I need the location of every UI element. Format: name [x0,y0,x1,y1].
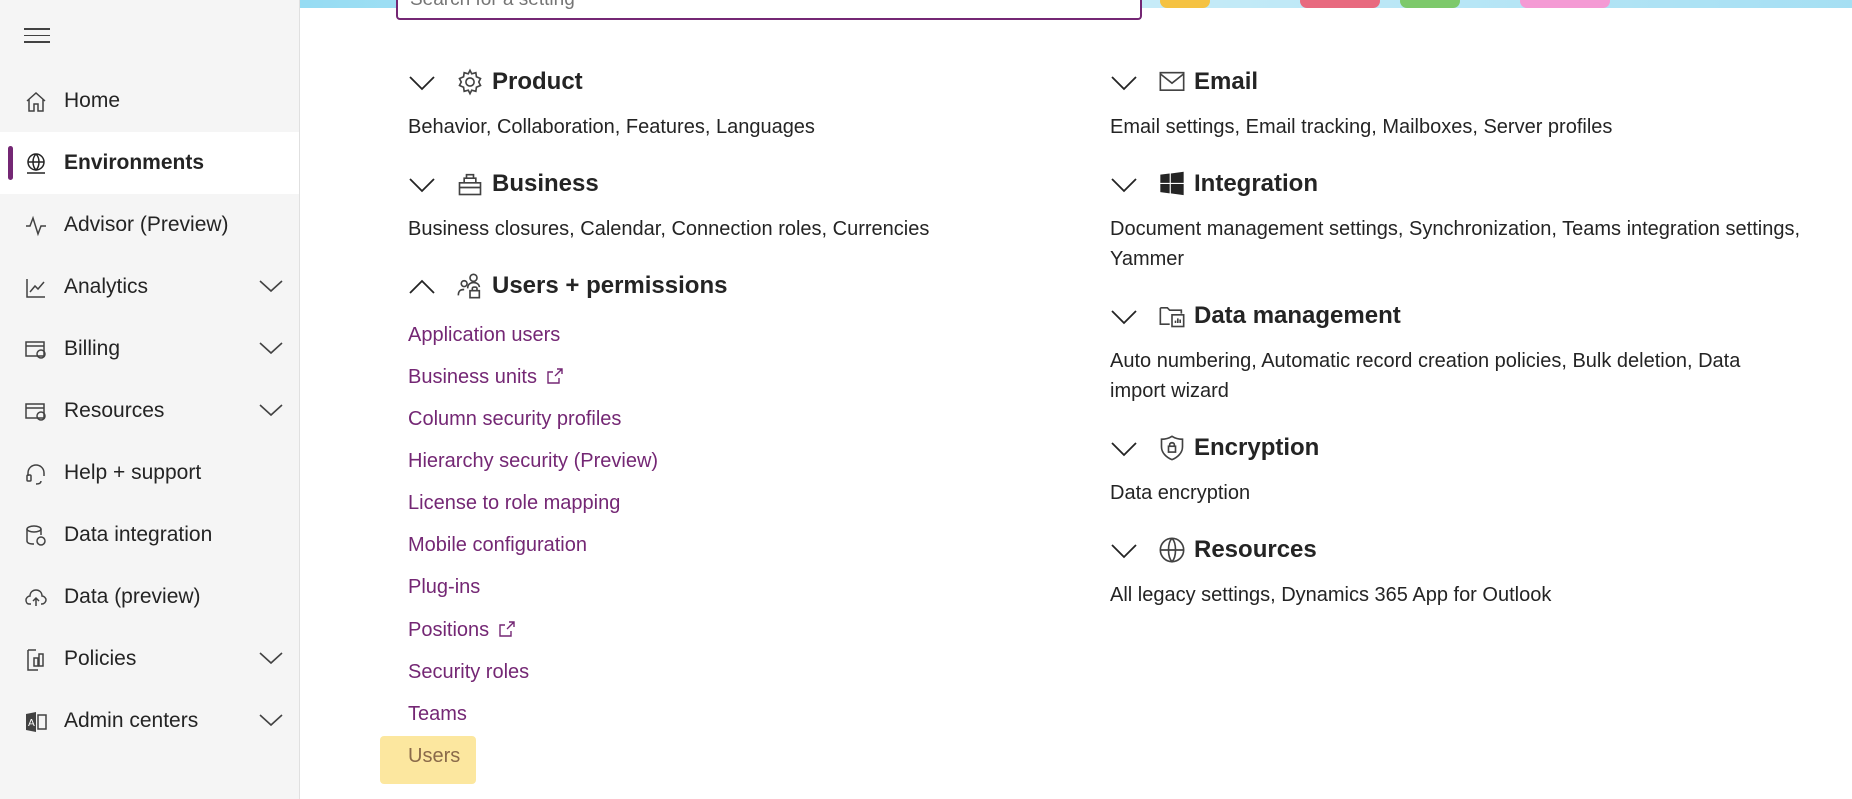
link-security-roles[interactable]: Security roles [408,661,529,684]
data-management-icon [1159,307,1185,328]
link-license-role-mapping[interactable]: License to role mapping [408,492,620,515]
shield-lock-icon [1160,435,1184,461]
sidebar-item-label: Billing [64,337,121,360]
chevron-down-icon [409,178,435,193]
section-business-desc: Business closures, Calendar, Connection … [408,218,930,240]
section-data-management-desc: Auto numbering, Automatic record creatio… [1110,350,1741,402]
sidebar-item-billing[interactable]: Billing [0,318,299,380]
sidebar-item-label: Policies [64,647,137,670]
windows-icon [1160,171,1184,196]
chevron-down-icon[interactable] [258,712,284,728]
section-encryption-desc: Data encryption [1110,482,1251,504]
chevron-down-icon [1111,544,1137,559]
sidebar-item-environments[interactable]: Environments [0,132,299,194]
sidebar-item-home[interactable]: Home [0,70,299,132]
chevron-down-icon [1111,310,1137,325]
chevron-down-icon[interactable] [258,402,284,418]
chevron-down-icon [1111,76,1137,91]
section-email-header[interactable]: Email [1110,64,1710,104]
sidebar-item-label: Advisor (Preview) [64,213,229,236]
home-icon [26,91,46,112]
sidebar-item-analytics[interactable]: Analytics [0,256,299,318]
resources-icon [25,403,46,421]
link-business-units[interactable]: Business units [408,366,565,389]
section-title: Users + permissions [492,272,728,299]
headset-icon [26,464,45,485]
active-indicator [8,146,13,180]
chevron-down-icon[interactable] [258,278,284,294]
section-title: Product [492,68,583,95]
section-users-permissions-header[interactable]: Users + permissions [408,268,908,308]
search-input[interactable] [408,0,1112,12]
svg-text:A: A [28,718,35,729]
sidebar-item-data-preview[interactable]: Data (preview) [0,566,299,628]
section-business-header[interactable]: Business [408,166,908,206]
policy-icon [27,649,44,671]
section-title: Encryption [1194,434,1320,461]
section-product-desc: Behavior, Collaboration, Features, Langu… [408,116,815,138]
link-positions[interactable]: Positions [408,619,517,642]
billing-icon [25,341,46,359]
section-title: Email [1194,68,1259,95]
section-resources-desc: All legacy settings, Dynamics 365 App fo… [1110,584,1552,606]
globe-icon [27,153,45,174]
sidebar-item-label: Resources [64,399,165,422]
link-users[interactable]: Users [408,745,460,768]
sidebar-item-admin-centers[interactable]: A Admin centers [0,690,299,752]
users-lock-icon [457,273,481,299]
chevron-down-icon [1111,178,1137,193]
chevron-up-icon [409,279,435,294]
section-integration-desc: Document management settings, Synchroniz… [1110,218,1800,270]
section-title: Resources [1194,536,1317,563]
admin-icon: A [26,712,47,732]
sidebar-item-label: Home [64,89,121,112]
section-data-management-header[interactable]: Data management [1110,298,1710,338]
link-mobile-configuration[interactable]: Mobile configuration [408,534,587,557]
link-application-users[interactable]: Application users [408,324,560,347]
hamburger-menu-icon[interactable] [24,28,50,46]
business-icon [458,173,482,196]
search-box[interactable] [396,0,1142,20]
sidebar-item-label: Data integration [64,523,213,546]
link-column-security-profiles[interactable]: Column security profiles [408,408,621,431]
sidebar-item-resources[interactable]: Resources [0,380,299,442]
section-title: Integration [1194,170,1318,197]
section-encryption-header[interactable]: Encryption [1110,430,1710,470]
chevron-down-icon [409,76,435,91]
chevron-down-icon [1111,442,1137,457]
sidebar-item-label: Analytics [64,275,149,298]
sidebar-item-label: Data (preview) [64,585,201,608]
external-link-icon [547,368,563,384]
section-integration-header[interactable]: Integration [1110,166,1710,206]
database-icon [26,525,46,546]
section-product-header[interactable]: Product [408,64,908,104]
sidebar-item-label: Environments [64,151,205,174]
sidebar-item-label: Admin centers [64,709,199,732]
chevron-down-icon[interactable] [258,340,284,356]
sidebar-item-label: Help + support [64,461,202,484]
external-link-icon [499,621,515,637]
sidebar-item-help-support[interactable]: Help + support [0,442,299,504]
pulse-icon [26,215,46,237]
gear-icon [458,68,482,96]
sidebar-item-advisor[interactable]: Advisor (Preview) [0,194,299,256]
link-teams[interactable]: Teams [408,703,467,726]
sidebar-item-policies[interactable]: Policies [0,628,299,690]
link-plug-ins[interactable]: Plug-ins [408,576,480,599]
section-resources-header[interactable]: Resources [1110,532,1710,572]
section-title: Business [492,170,599,197]
section-email-desc: Email settings, Email tracking, Mailboxe… [1110,116,1613,138]
link-hierarchy-security[interactable]: Hierarchy security (Preview) [408,450,658,473]
cloud-upload-icon [25,589,47,606]
sidebar-item-data-integration[interactable]: Data integration [0,504,299,566]
chart-icon [26,279,45,298]
mail-icon [1159,71,1185,91]
section-title: Data management [1194,302,1401,329]
globe-icon [1159,537,1185,563]
chevron-down-icon[interactable] [258,650,284,666]
sidebar: Home Environments Advisor (Preview) Anal… [0,0,300,799]
